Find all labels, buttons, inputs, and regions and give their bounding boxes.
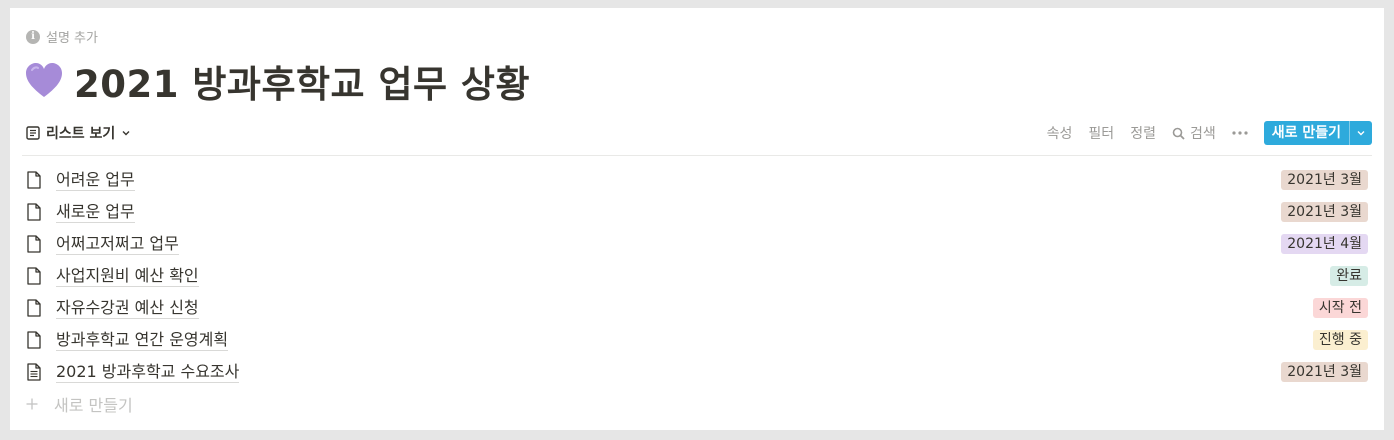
purple-heart-icon[interactable] xyxy=(24,62,64,100)
plus-icon xyxy=(26,398,38,410)
list-item[interactable]: 자유수강권 예산 신청 시작 전 xyxy=(22,292,1372,324)
list-item-title[interactable]: 어쩌고저쩌고 업무 xyxy=(56,234,179,255)
chevron-down-icon xyxy=(122,131,130,136)
new-row-label: 새로 만들기 xyxy=(54,396,133,415)
toolbar-actions: 속성 필터 정렬 검색 새로 만들기 xyxy=(1047,121,1372,145)
info-icon: i xyxy=(26,29,40,44)
new-button[interactable]: 새로 만들기 xyxy=(1263,121,1372,145)
properties-button[interactable]: 속성 xyxy=(1047,123,1073,143)
list-item[interactable]: 새로운 업무 2021년 3월 xyxy=(22,196,1372,228)
page-icon xyxy=(27,171,41,189)
search-label: 검색 xyxy=(1189,126,1216,142)
list-item-title[interactable]: 자유수강권 예산 신청 xyxy=(56,298,199,319)
page-icon xyxy=(27,299,41,317)
sort-button[interactable]: 정렬 xyxy=(1130,123,1156,143)
status-tag: 진행 중 xyxy=(1312,330,1368,350)
view-label: 리스트 보기 xyxy=(46,126,116,142)
database-toolbar: 리스트 보기 속성 필터 정렬 검색 새로 만들기 xyxy=(22,120,1372,146)
database-page: i 설명 추가 2021 방과후학교 업무 상황 리스트 보기 속성 필터 정렬 xyxy=(10,8,1384,430)
status-tag: 완료 xyxy=(1330,266,1368,286)
chevron-down-icon xyxy=(1357,131,1365,136)
list-item[interactable]: 사업지원비 예산 확인 완료 xyxy=(22,260,1372,292)
page-title[interactable]: 2021 방과후학교 업무 상황 xyxy=(74,54,530,108)
more-icon[interactable] xyxy=(1232,131,1248,135)
toolbar-divider xyxy=(22,155,1372,156)
list-item[interactable]: 어쩌고저쩌고 업무 2021년 4월 xyxy=(22,228,1372,260)
list-view: 어려운 업무 2021년 3월 새로운 업무 2021년 3월 어쩌고저쩌고 업… xyxy=(22,164,1372,420)
status-tag: 2021년 4월 xyxy=(1281,234,1368,254)
list-item[interactable]: 2021 방과후학교 수요조사 2021년 3월 xyxy=(22,356,1372,388)
list-item[interactable]: 방과후학교 연간 운영계획 진행 중 xyxy=(22,324,1372,356)
search-button[interactable]: 검색 xyxy=(1172,123,1216,143)
add-description[interactable]: i 설명 추가 xyxy=(26,27,98,46)
description-label: 설명 추가 xyxy=(46,31,98,46)
list-item-title[interactable]: 방과후학교 연간 운영계획 xyxy=(56,330,229,351)
page-icon xyxy=(27,235,41,253)
list-view-icon xyxy=(26,126,40,140)
list-item[interactable]: 어려운 업무 2021년 3월 xyxy=(22,164,1372,196)
add-new-row[interactable]: 새로 만들기 xyxy=(22,388,1372,420)
filter-button[interactable]: 필터 xyxy=(1088,123,1114,143)
list-item-title[interactable]: 어려운 업무 xyxy=(56,170,135,191)
status-tag: 2021년 3월 xyxy=(1281,362,1368,382)
list-item-title[interactable]: 2021 방과후학교 수요조사 xyxy=(56,362,240,383)
page-icon xyxy=(27,331,41,349)
page-icon xyxy=(27,203,41,221)
view-switcher[interactable]: 리스트 보기 xyxy=(22,121,135,145)
list-item-title[interactable]: 새로운 업무 xyxy=(56,202,135,223)
new-button-dropdown[interactable] xyxy=(1349,121,1372,145)
page-icon xyxy=(27,267,41,285)
status-tag: 시작 전 xyxy=(1312,298,1368,318)
status-tag: 2021년 3월 xyxy=(1281,202,1368,222)
status-tag: 2021년 3월 xyxy=(1281,170,1368,190)
list-item-title[interactable]: 사업지원비 예산 확인 xyxy=(56,266,199,287)
title-row: 2021 방과후학교 업무 상황 xyxy=(24,54,530,108)
search-icon xyxy=(1172,127,1185,140)
new-button-label[interactable]: 새로 만들기 xyxy=(1264,121,1349,145)
page-text-icon xyxy=(27,363,41,381)
